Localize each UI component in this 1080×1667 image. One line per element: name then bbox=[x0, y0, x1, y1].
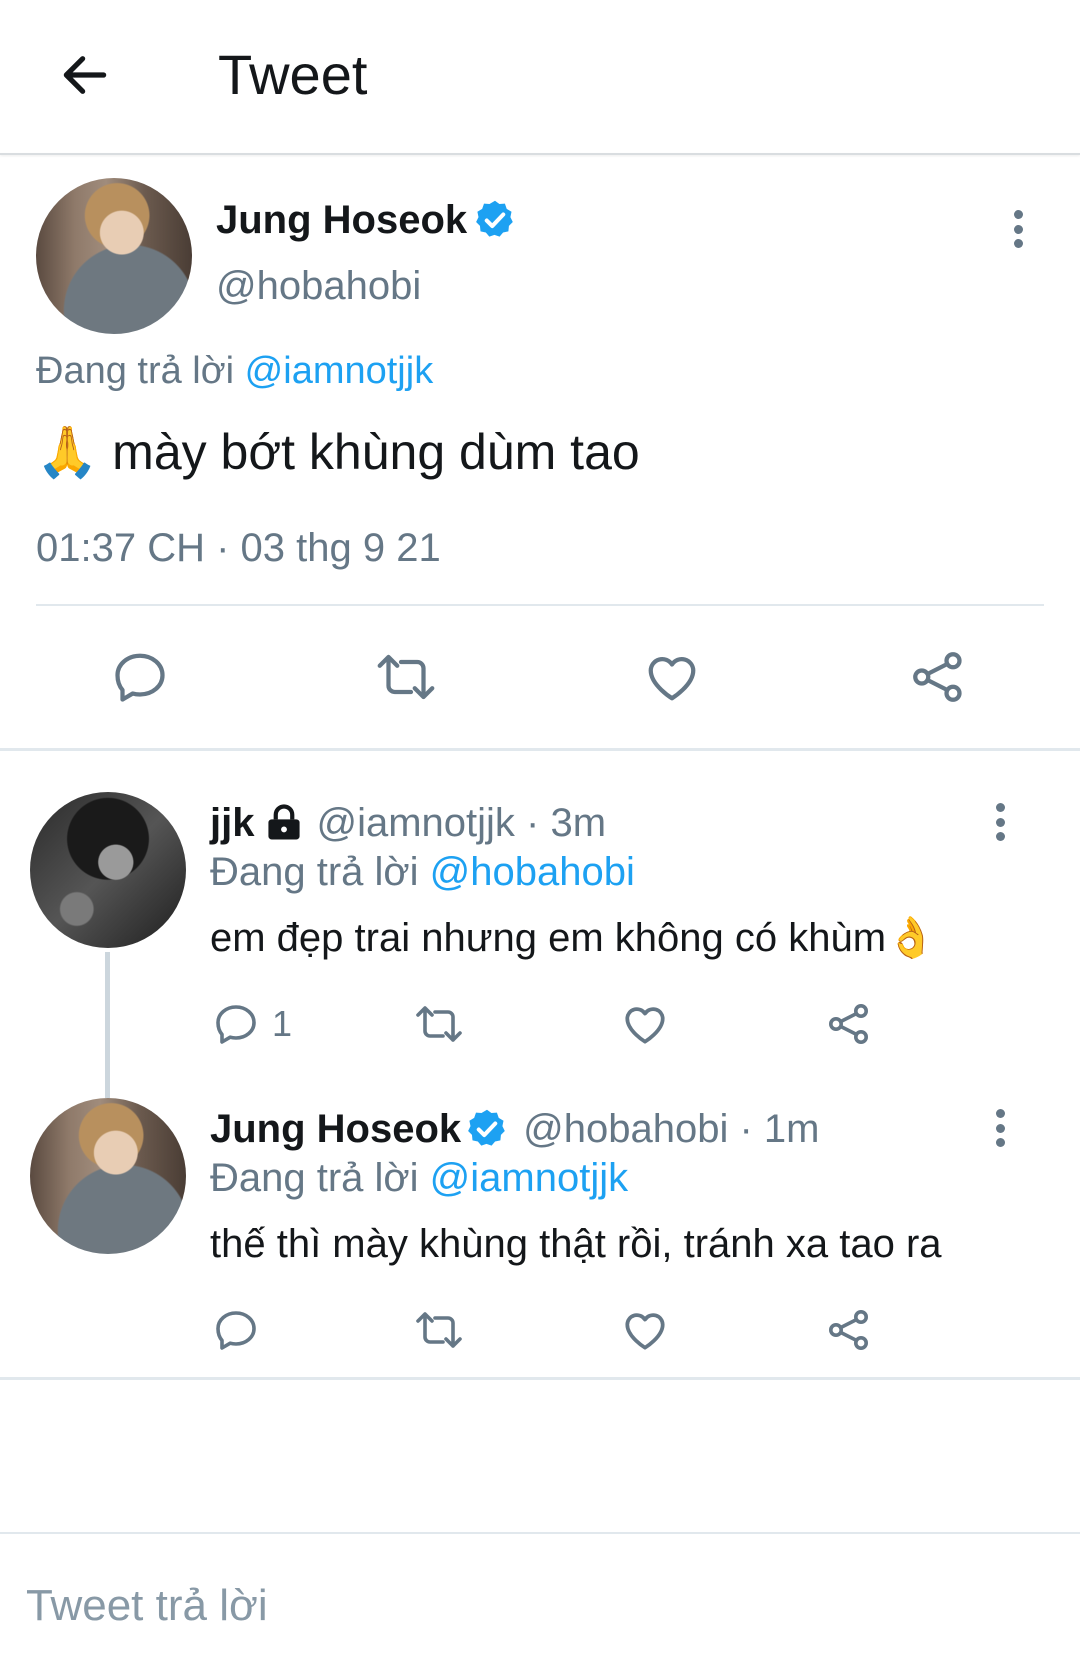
more-options-icon bbox=[995, 803, 1005, 812]
share-button[interactable] bbox=[825, 1302, 873, 1358]
share-icon bbox=[829, 1004, 868, 1044]
stats-divider bbox=[36, 604, 1044, 606]
like-button[interactable] bbox=[620, 1302, 670, 1358]
tweet-body: em đẹp trai nhưng em không có khùm bbox=[210, 916, 887, 960]
tweet-text: thế thì mày khùng thật rồi, tránh xa tao… bbox=[210, 1222, 942, 1266]
avatar[interactable] bbox=[36, 178, 192, 334]
retweet-button[interactable] bbox=[412, 1302, 466, 1358]
more-dot bbox=[1013, 224, 1023, 234]
retweet-icon bbox=[416, 1312, 462, 1348]
mention-link[interactable]: @iamnotjjk bbox=[430, 1156, 628, 1200]
avatar[interactable] bbox=[30, 1098, 186, 1254]
replying-to-line: Đang trả lời @iamnotjjk bbox=[36, 348, 433, 394]
relative-time: · 1m bbox=[728, 1106, 820, 1151]
thread-line bbox=[105, 952, 110, 1098]
share-button[interactable] bbox=[908, 646, 970, 708]
tweet-text: em đẹp trai nhưng em không có khùm👌 bbox=[210, 912, 936, 964]
timestamp: 01:37 CH · 03 thg 9 21 bbox=[36, 526, 441, 570]
header-divider bbox=[0, 153, 1080, 155]
replying-prefix: Đang trả lời bbox=[210, 850, 419, 894]
back-button[interactable] bbox=[50, 40, 120, 110]
more-dot bbox=[995, 1138, 1005, 1147]
like-button[interactable] bbox=[620, 996, 670, 1052]
pray-emoji: 🙏 bbox=[36, 424, 99, 480]
tweet-body: mày bớt khùng dùm tao bbox=[112, 424, 640, 480]
top-bar bbox=[0, 0, 1080, 154]
reply-button[interactable] bbox=[110, 646, 172, 708]
display-name: Jung Hoseok bbox=[216, 197, 468, 242]
compose-placeholder: Tweet trả lời bbox=[26, 1581, 268, 1630]
replying-to-line: Đang trả lời @iamnotjjk bbox=[210, 1154, 628, 1202]
reply-icon bbox=[216, 1005, 256, 1044]
reply-button[interactable] bbox=[212, 1302, 260, 1358]
mention-link[interactable]: @hobahobi bbox=[430, 850, 635, 894]
retweet-icon bbox=[377, 654, 435, 700]
verified-badge-icon bbox=[468, 1109, 505, 1146]
reply-icon bbox=[115, 653, 165, 702]
like-icon bbox=[625, 1007, 665, 1044]
more-options-icon bbox=[1013, 210, 1023, 219]
more-options-icon bbox=[995, 1109, 1005, 1118]
more-options-button[interactable] bbox=[1012, 210, 1024, 248]
section-divider bbox=[0, 748, 1080, 751]
display-name[interactable]: Jung Hoseok bbox=[210, 1107, 461, 1152]
reply-compose-input[interactable]: Tweet trả lời bbox=[0, 1534, 1080, 1667]
handle: @hobahobi bbox=[216, 264, 422, 308]
more-options-button[interactable] bbox=[994, 803, 1006, 841]
tweet-text: 🙏 mày bớt khùng dùm tao bbox=[36, 420, 640, 484]
more-dot bbox=[995, 832, 1005, 841]
more-options-button[interactable] bbox=[994, 1109, 1006, 1147]
reply-button[interactable]: 1 bbox=[212, 996, 292, 1052]
reply-icon bbox=[216, 1311, 256, 1350]
lock-icon bbox=[268, 804, 301, 840]
more-dot bbox=[995, 817, 1005, 827]
relative-time: · 3m bbox=[514, 800, 607, 845]
replying-prefix: Đang trả lời bbox=[36, 350, 235, 392]
retweet-button[interactable] bbox=[373, 646, 439, 708]
handle: @iamnotjjk bbox=[316, 800, 515, 845]
avatar[interactable] bbox=[30, 792, 186, 948]
section-divider bbox=[0, 1377, 1080, 1380]
reply-count: 1 bbox=[272, 1003, 293, 1044]
handle: @hobahobi bbox=[523, 1106, 729, 1151]
like-icon bbox=[648, 657, 696, 701]
back-arrow-icon bbox=[63, 56, 107, 94]
reply-header: jjk @iamnotjjk · 3m bbox=[210, 798, 606, 848]
share-button[interactable] bbox=[825, 996, 873, 1052]
more-dot bbox=[995, 1123, 1005, 1133]
page-title: Tweet bbox=[218, 43, 368, 106]
like-icon bbox=[625, 1313, 665, 1350]
like-button[interactable] bbox=[642, 646, 704, 708]
ok-hand-emoji: 👌 bbox=[886, 916, 936, 960]
replying-prefix: Đang trả lời bbox=[210, 1156, 419, 1200]
retweet-button[interactable] bbox=[412, 996, 466, 1052]
reply-header: Jung Hoseok @hobahobi · 1m bbox=[210, 1104, 820, 1154]
more-dot bbox=[1013, 239, 1023, 248]
main-tweet-author[interactable]: Jung Hoseok bbox=[216, 192, 517, 248]
share-icon bbox=[829, 1310, 868, 1350]
mention-link[interactable]: @iamnotjjk bbox=[245, 350, 434, 392]
verified-badge-icon bbox=[476, 200, 513, 237]
share-icon bbox=[913, 652, 962, 702]
replying-to-line: Đang trả lời @hobahobi bbox=[210, 848, 635, 896]
display-name[interactable]: jjk bbox=[210, 801, 254, 846]
retweet-icon bbox=[416, 1006, 462, 1042]
